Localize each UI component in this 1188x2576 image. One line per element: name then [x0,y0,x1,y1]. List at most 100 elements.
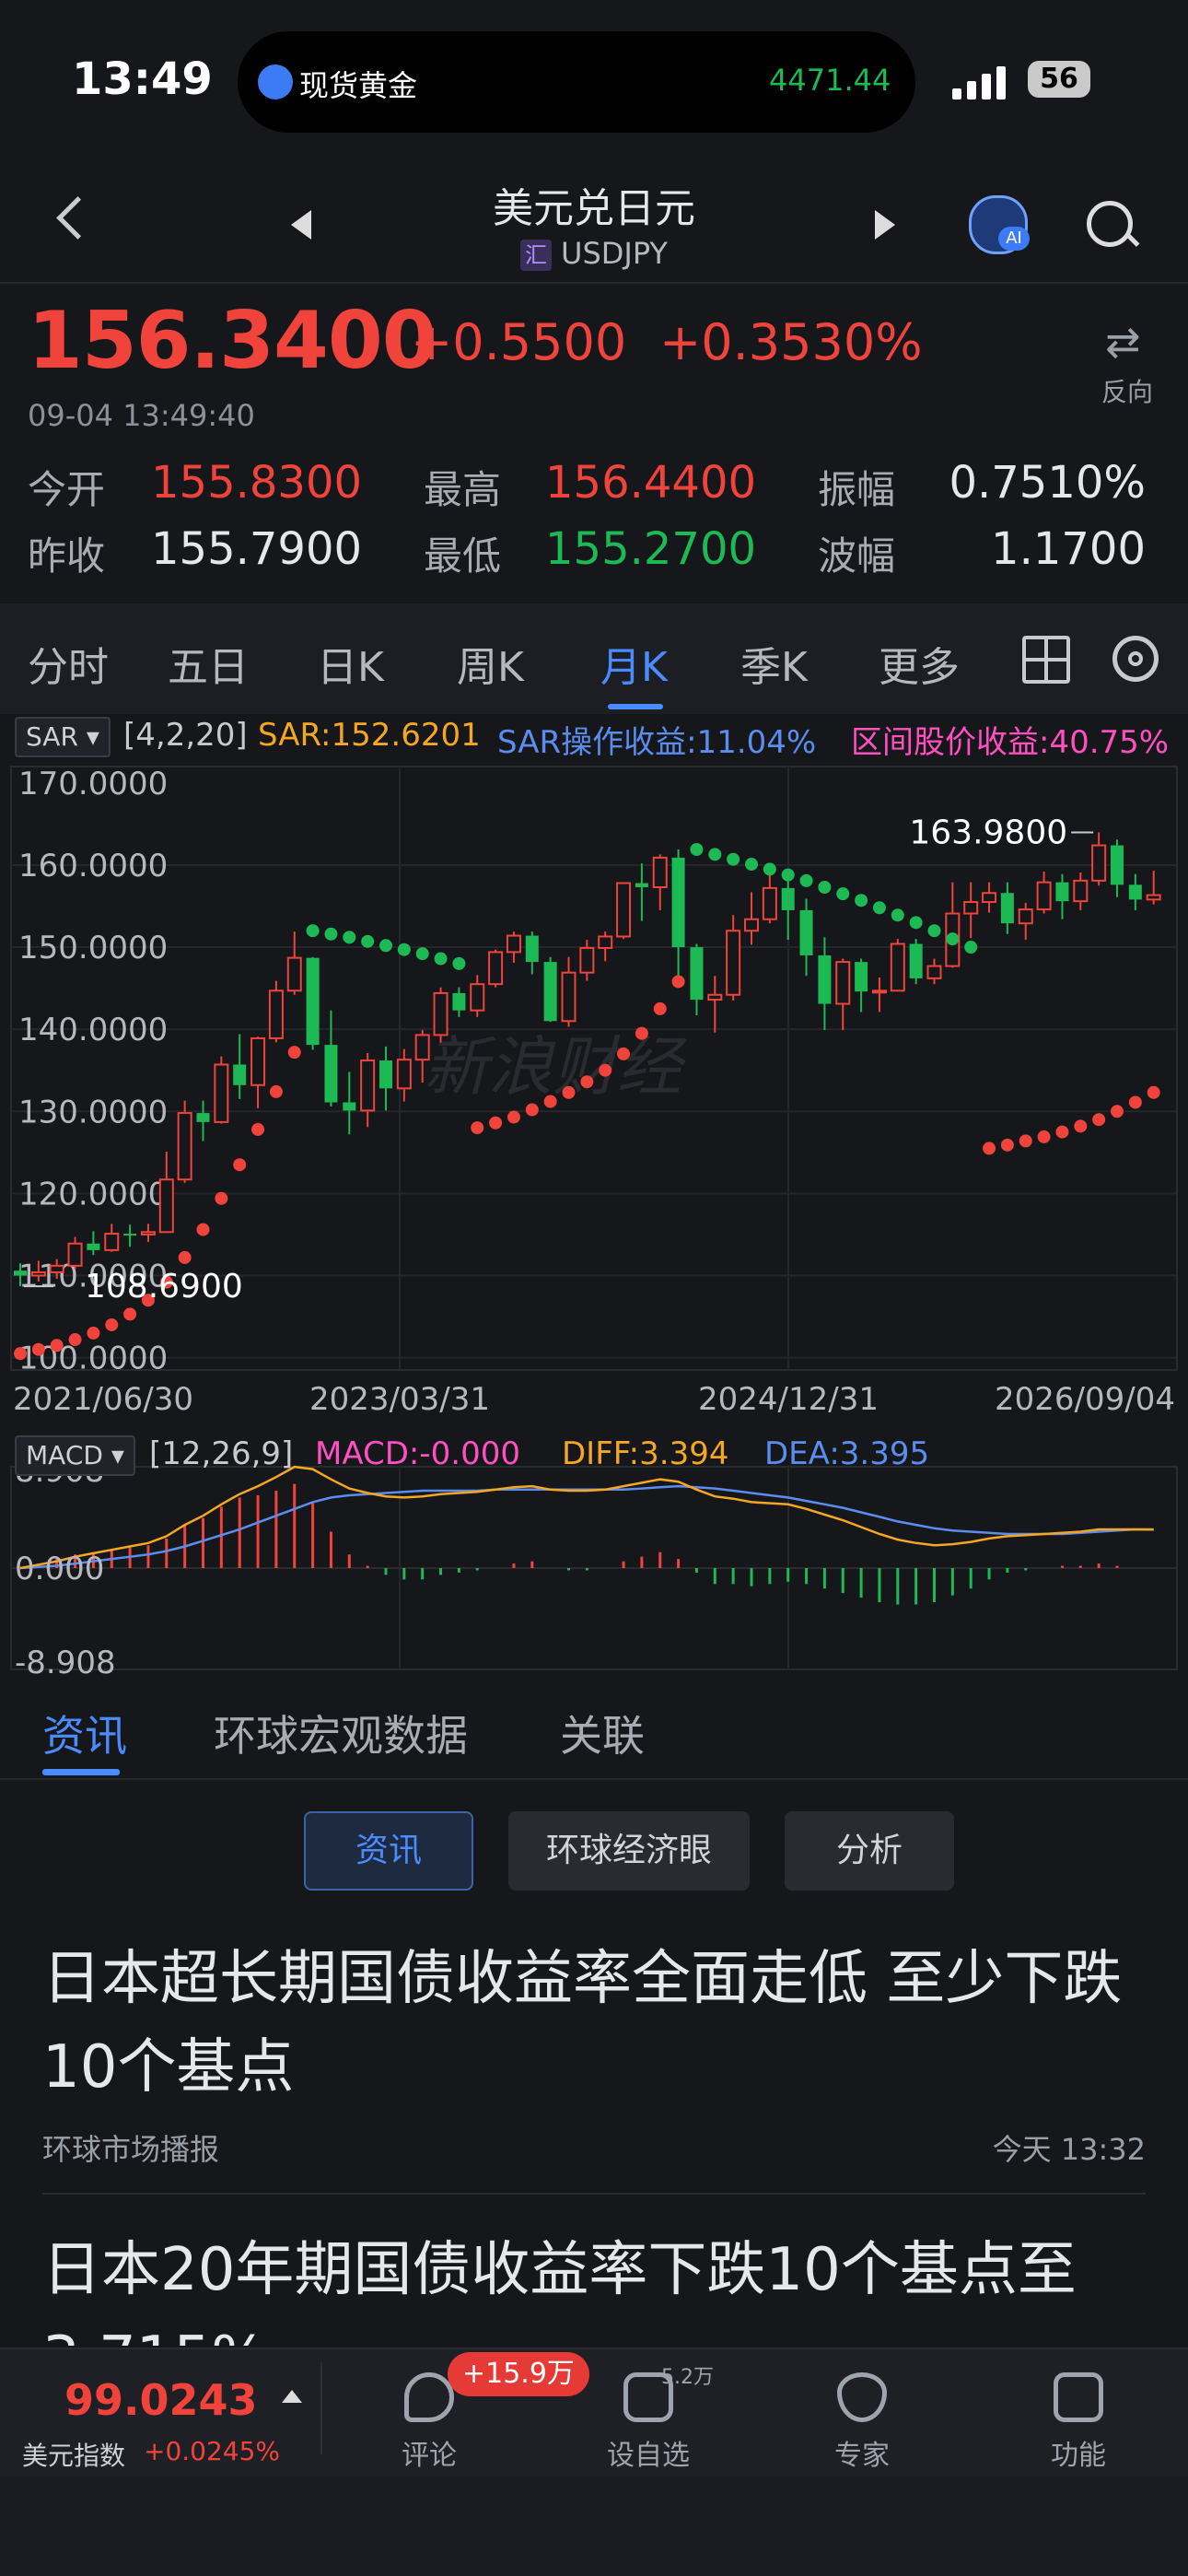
sar-dot [489,1116,503,1130]
stat-value-prev-close: 155.7900 [151,523,363,575]
stat-label-open: 今开 [28,467,106,512]
sar-dot [1147,1085,1160,1099]
candle-body [14,1270,27,1276]
tab-quarterly-k[interactable]: 季K [740,634,808,693]
tab-monthly-k[interactable]: 月K [600,634,668,693]
expert-label[interactable]: 专家 [807,2432,917,2473]
reverse-arrows-icon[interactable]: ⇄ [1105,317,1141,367]
next-symbol-icon[interactable] [875,210,895,240]
sar-dot [964,941,978,954]
watermark: 新浪财经 [424,1029,687,1105]
sar-dot [287,1046,301,1060]
candle-body [982,892,997,904]
subtab-news[interactable]: 资讯 [304,1811,473,1891]
sar-dot [196,1223,210,1236]
tab-intraday[interactable]: 分时 [28,634,109,693]
tab-five-day[interactable]: 五日 [168,634,249,693]
indicator-name: SAR [26,721,78,752]
sar-dot [599,1063,612,1077]
candle-body [140,1231,156,1235]
divider [320,2362,322,2454]
candle-body [67,1242,83,1267]
chevron-down-icon: ▾ [111,1440,124,1470]
sar-dot [507,1110,520,1124]
candle-body [306,957,320,1046]
settings-gear-icon[interactable] [1112,636,1159,682]
sar-dot [653,1001,667,1015]
date-axis-label: 2021/06/30 [13,1381,193,1418]
price-change: +0.5500 [411,313,627,371]
comment-label[interactable]: 评论 [374,2432,484,2473]
tab-related[interactable]: 关联 [560,1703,645,1763]
search-icon[interactable] [1087,201,1133,247]
candle-body [926,965,942,979]
news-divider [42,2193,1146,2195]
layout-grid-icon[interactable] [1022,636,1070,684]
candle-body [726,930,741,996]
sar-dot [14,1347,27,1361]
function-label[interactable]: 功能 [1023,2432,1134,2473]
reverse-label[interactable]: 反向 [1101,372,1153,409]
candle-body [324,1045,338,1103]
range-price-return: 区间股价收益:40.75% [851,724,1170,761]
ai-badge: AI [998,227,1030,251]
candle-body [744,918,759,932]
sar-dot [397,943,411,956]
tab-news[interactable]: 资讯 [42,1703,127,1763]
sar-dot [251,1122,265,1136]
symbol-code: USDJPY [561,236,668,271]
candle-body [506,934,521,954]
sar-dot [781,868,795,882]
macd-axis-label: -8.908 [15,1645,116,1679]
sar-dot [178,1250,192,1264]
candle-body [1036,881,1052,911]
candle-body [781,887,795,910]
subtab-global-economy[interactable]: 环球经济眼 [508,1811,750,1891]
subtab-analysis[interactable]: 分析 [785,1811,954,1891]
candle-body [268,989,284,1039]
chevron-down-icon: ▾ [86,721,99,752]
candle-body [49,1264,64,1273]
news-title[interactable]: 日本20年期国债收益率下跌10个基点至3.715% [42,2226,1147,2346]
price-axis-label: 170.0000 [18,766,168,802]
expand-up-icon[interactable] [282,2390,302,2403]
candle-body [525,935,539,963]
candle-body [87,1243,100,1250]
date-axis-label: 2026/09/04 [995,1381,1175,1418]
back-arrow-icon[interactable] [56,196,99,240]
usd-index-value[interactable]: 99.0243 [64,2375,258,2425]
sar-dot [31,1342,45,1356]
tab-global-macro[interactable]: 环球宏观数据 [214,1703,468,1763]
candle-body [616,882,632,938]
macd-axis-labels: 8.9080.000-8.908 [15,1453,116,1679]
sar-dot [415,947,429,961]
price-axis-label: 120.0000 [18,1176,168,1212]
sar-dot [946,932,960,946]
comment-icon[interactable] [404,2372,454,2422]
menu-function-icon[interactable] [1054,2372,1103,2422]
candle-body [196,1113,210,1122]
tab-weekly-k[interactable]: 周K [457,634,524,693]
candle-body [1055,882,1069,902]
sar-dot [215,1191,228,1205]
indicator-select-sar[interactable]: SAR ▾ [15,717,111,757]
tab-daily-k[interactable]: 日K [317,634,384,693]
candle-body [250,1036,266,1086]
date-axis-label: 2023/03/31 [309,1381,490,1418]
price-chart[interactable]: 新浪财经 170.0000 160.0000 150.0000 140.0000 130… [0,757,1188,1679]
sar-dot [1074,1119,1088,1133]
indicator-select-macd[interactable]: MACD ▾ [15,1435,135,1476]
candle-body [177,1112,192,1181]
tab-more[interactable]: 更多 [879,634,960,693]
price-axis-label: 130.0000 [18,1094,168,1130]
news-title[interactable]: 日本超长期国债收益率全面走低 至少下跌10个基点 [42,1935,1147,2112]
date-axis-labels: 2021/06/30 2023/03/31 2024/12/31 2026/09/04 [13,1381,1175,1418]
previous-symbol-icon[interactable] [291,210,311,240]
add-watchlist-label[interactable]: 设自选 [593,2432,704,2473]
stat-label-range: 波幅 [818,533,896,579]
sar-dot [50,1339,64,1352]
sar-dot [671,975,685,989]
symbol-subtitle: 汇 USDJPY [368,236,820,271]
candle-body [1000,893,1014,924]
candle-body [635,883,648,887]
